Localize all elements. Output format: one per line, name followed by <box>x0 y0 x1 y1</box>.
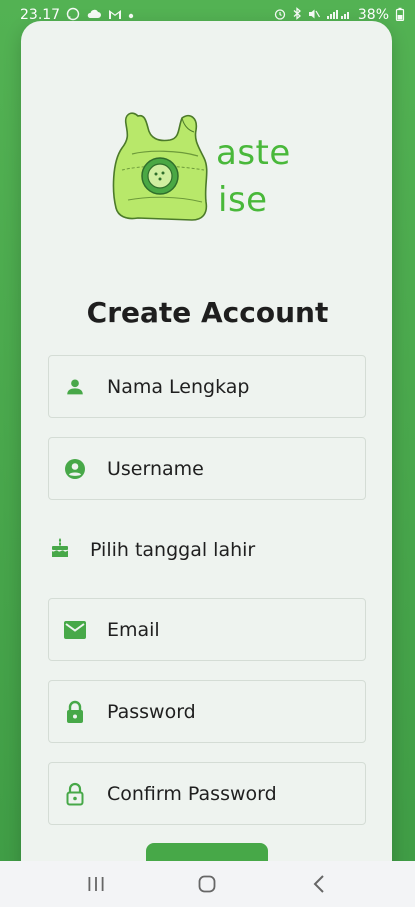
username-label: Username <box>107 457 204 480</box>
confirm-password-label: Confirm Password <box>107 782 277 805</box>
birthdate-picker[interactable]: Pilih tanggal lahir <box>48 527 366 573</box>
lock-icon <box>49 700 101 724</box>
home-icon[interactable] <box>187 869 227 899</box>
email-label: Email <box>107 618 160 641</box>
username-field[interactable]: Username <box>48 437 366 500</box>
confirm-password-field[interactable]: Confirm Password <box>48 762 366 825</box>
cake-icon <box>48 536 72 564</box>
full-name-label: Nama Lengkap <box>107 375 250 398</box>
logo-text-line2: ise <box>218 180 268 220</box>
password-field[interactable]: Password <box>48 680 366 743</box>
recent-apps-icon[interactable] <box>76 869 116 899</box>
lock-outline-icon <box>49 782 101 806</box>
dot-icon <box>128 8 134 22</box>
page-title: Create Account <box>86 296 329 329</box>
logo-text-line1: aste <box>216 133 291 173</box>
back-icon[interactable] <box>299 869 339 899</box>
plastic-bag-icon <box>112 112 208 221</box>
system-nav-bar <box>0 861 415 907</box>
app-logo: aste ise <box>108 104 308 226</box>
account-circle-icon <box>49 457 101 481</box>
person-icon <box>49 376 101 398</box>
password-label: Password <box>107 700 196 723</box>
battery-icon <box>395 7 405 24</box>
email-field[interactable]: Email <box>48 598 366 661</box>
mail-icon <box>49 620 101 640</box>
birthdate-label: Pilih tanggal lahir <box>90 539 256 561</box>
full-name-field[interactable]: Nama Lengkap <box>48 355 366 418</box>
